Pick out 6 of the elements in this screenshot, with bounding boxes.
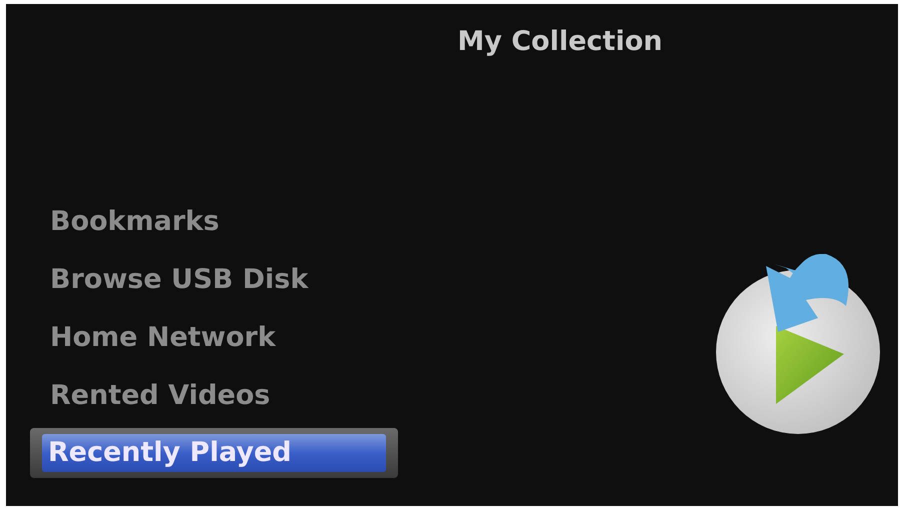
menu-item[interactable]: Rented Videos xyxy=(50,380,270,410)
menu-item[interactable]: Browse USB Disk xyxy=(50,264,308,294)
menu-item[interactable]: Home Network xyxy=(50,322,276,352)
menu-item[interactable]: Recently Played xyxy=(42,434,386,472)
screen-title: My Collection xyxy=(456,26,664,57)
menu-item[interactable]: Bookmarks xyxy=(50,206,220,236)
